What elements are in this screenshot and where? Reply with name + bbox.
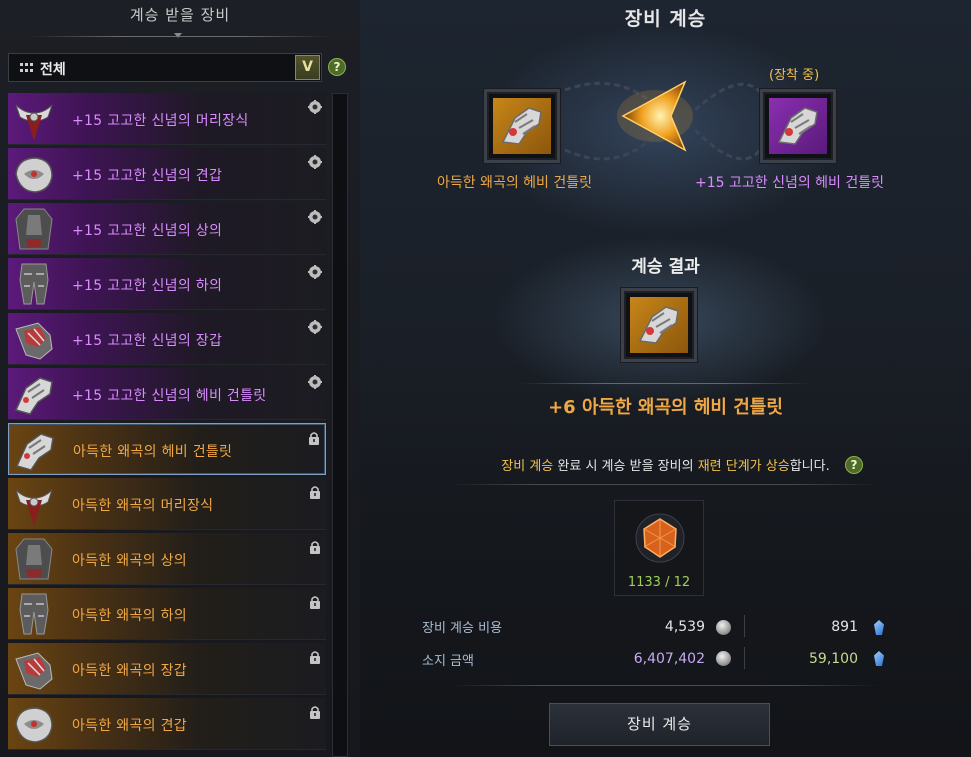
section-divider (450, 484, 880, 485)
filter-selected-value: 전체 (40, 62, 66, 78)
helmet-icon (10, 95, 58, 143)
notice-highlight: 장비 계승 (501, 459, 554, 474)
shoulder-icon (10, 700, 58, 748)
panel-title-text: 계승 받을 장비 (129, 6, 231, 24)
leg-armor-icon (10, 590, 58, 638)
section-divider (450, 685, 880, 686)
gauntlet-icon (769, 98, 827, 154)
list-item[interactable]: +15 고고한 신념의 하의 (8, 258, 326, 310)
cost-label: 장비 계승 비용 (422, 621, 503, 636)
list-item-label: 아득한 왜곡의 상의 (72, 553, 187, 569)
gauntlet-icon (493, 98, 551, 154)
list-item-label: 아득한 왜곡의 하의 (72, 608, 187, 624)
target-equipment-name: +15 고고한 신념의 헤비 건틀릿 (695, 175, 885, 191)
cost-crystal-value: 891 (831, 619, 858, 635)
list-item[interactable]: 아득한 왜곡의 헤비 건틀릿 (8, 423, 326, 475)
list-item-label: 아득한 왜곡의 머리장식 (72, 498, 214, 514)
chest-armor-icon (10, 205, 58, 253)
gauntlet-icon (10, 370, 58, 418)
crystal-icon (874, 620, 884, 635)
silver-coin-icon (716, 651, 731, 666)
result-equipment-slot[interactable] (621, 288, 697, 362)
list-item-label: 아득한 왜곡의 장갑 (72, 663, 187, 679)
gauntlet-icon (630, 297, 688, 353)
lock-icon (308, 649, 322, 664)
leg-armor-icon (10, 260, 58, 308)
notice-text: 완료 시 계승 받을 장비의 (553, 459, 698, 474)
list-item[interactable]: +15 고고한 신념의 헤비 건틀릿 (8, 368, 326, 420)
list-item[interactable]: 아득한 왜곡의 하의 (8, 588, 326, 640)
panel-title: 계승 받을 장비 (0, 0, 360, 40)
glove-icon (10, 645, 58, 693)
inheritance-main-panel: 장비 계승 아득한 왜곡의 헤비 건틀릿 (장착 중) +15 고고한 신념의 … (360, 0, 971, 757)
list-item[interactable]: +15 고고한 신념의 장갑 (8, 313, 326, 365)
list-item[interactable]: 아득한 왜곡의 상의 (8, 533, 326, 585)
chevron-down-icon[interactable]: V (295, 55, 320, 80)
help-icon[interactable]: ? (845, 456, 863, 474)
category-filter-dropdown[interactable]: 전체 V (8, 53, 322, 82)
inheritance-notice: 장비 계승 완료 시 계승 받을 장비의 재련 단계가 상승합니다. (360, 455, 971, 474)
inherit-equipment-button[interactable]: 장비 계승 (549, 703, 770, 746)
list-item-label: +15 고고한 신념의 장갑 (72, 333, 223, 349)
gauntlet-icon (11, 426, 59, 474)
list-item-label: 아득한 왜곡의 견갑 (72, 718, 187, 734)
cost-silver-value: 4,539 (664, 619, 705, 635)
lock-icon (308, 594, 322, 609)
list-scrollbar[interactable] (332, 93, 348, 757)
list-item[interactable]: 아득한 왜곡의 머리장식 (8, 478, 326, 530)
helmet-icon (10, 480, 58, 528)
equipment-list: +15 고고한 신념의 머리장식 +15 고고한 신념의 견갑 +15 고고한 신념… (8, 93, 328, 757)
list-item[interactable]: 아득한 왜곡의 장갑 (8, 643, 326, 695)
equipped-status: (장착 중) (769, 68, 820, 83)
material-count: 1133 / 12 (627, 575, 691, 590)
source-equipment-slot[interactable] (484, 89, 560, 163)
target-equipment-slot[interactable] (760, 89, 836, 163)
grid-icon (20, 63, 33, 73)
list-item[interactable]: 아득한 왜곡의 견갑 (8, 698, 326, 750)
column-separator (744, 615, 745, 637)
source-equipment-name: 아득한 왜곡의 헤비 건틀릿 (437, 175, 593, 191)
result-title: 계승 결과 (631, 257, 700, 277)
list-item-label: +15 고고한 신념의 하의 (72, 278, 223, 294)
list-item[interactable]: +15 고고한 신념의 머리장식 (8, 93, 326, 145)
honing-stone-icon (635, 513, 685, 563)
lock-icon (308, 704, 322, 719)
title-notch-icon (174, 33, 182, 41)
gear-icon (308, 374, 322, 389)
result-equipment-name: +6 아득한 왜곡의 헤비 건틀릿 (548, 397, 783, 418)
chest-armor-icon (10, 535, 58, 583)
inheritance-target-panel: 계승 받을 장비 전체 V ? +15 고고한 신념의 머리장식 +15 고고한 … (0, 0, 360, 757)
silver-coin-icon (716, 620, 731, 635)
arrow-left-icon (617, 80, 693, 152)
result-divider (520, 383, 810, 384)
glove-icon (10, 315, 58, 363)
gear-icon (308, 154, 322, 169)
list-item[interactable]: +15 고고한 신념의 상의 (8, 203, 326, 255)
column-separator (744, 647, 745, 669)
shoulder-icon (10, 150, 58, 198)
list-item-label: +15 고고한 신념의 머리장식 (72, 113, 249, 129)
crystal-icon (874, 651, 884, 666)
notice-text: 합니다. (789, 459, 830, 474)
lock-icon (307, 430, 321, 445)
gear-icon (308, 264, 322, 279)
list-item-label: +15 고고한 신념의 상의 (72, 223, 223, 239)
lock-icon (308, 539, 322, 554)
list-item-label: 아득한 왜곡의 헤비 건틀릿 (73, 444, 233, 460)
list-item-label: +15 고고한 신념의 견갑 (72, 168, 223, 184)
owned-crystal-value: 59,100 (809, 651, 858, 667)
help-icon[interactable]: ? (328, 58, 346, 76)
list-item[interactable]: +15 고고한 신념의 견갑 (8, 148, 326, 200)
owned-label: 소지 금액 (422, 654, 474, 669)
notice-highlight: 재련 단계가 상승 (697, 459, 790, 474)
lock-icon (308, 484, 322, 499)
gear-icon (308, 319, 322, 334)
owned-silver-value: 6,407,402 (633, 651, 705, 667)
material-slot[interactable]: 1133 / 12 (614, 500, 704, 596)
list-item-label: +15 고고한 신념의 헤비 건틀릿 (72, 388, 267, 404)
gear-icon (308, 99, 322, 114)
gear-icon (308, 209, 322, 224)
